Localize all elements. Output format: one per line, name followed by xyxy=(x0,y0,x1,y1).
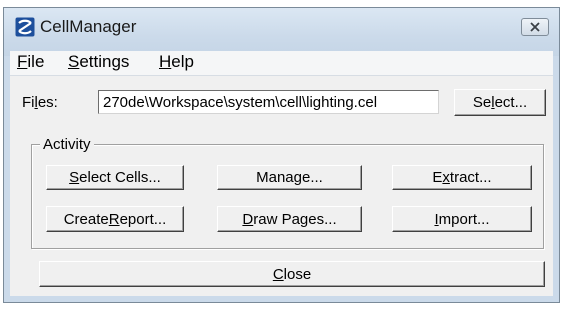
extract-button[interactable]: Ex tract... xyxy=(392,165,532,190)
window-frame-bottom xyxy=(4,296,559,302)
select-file-button[interactable]: Se l ect... xyxy=(454,89,546,116)
menu-help[interactable]: Help xyxy=(159,52,194,72)
menu-file[interactable]: File xyxy=(17,52,44,72)
draw-pages-button[interactable]: Draw Pages... xyxy=(217,206,362,232)
menu-bar: File Settings Help xyxy=(10,51,553,76)
files-path-field[interactable]: 270de\Workspace\system\cell\lighting.cel xyxy=(98,90,439,114)
close-icon xyxy=(530,22,540,32)
window-frame-right xyxy=(553,56,559,302)
close-button[interactable]: Close xyxy=(39,261,545,287)
activity-group xyxy=(31,144,544,249)
manage-button[interactable]: Mana g e... xyxy=(217,165,362,190)
menu-settings[interactable]: Settings xyxy=(68,52,129,72)
create-report-button[interactable]: Create Report... xyxy=(46,206,184,232)
cellmanager-window: CellManager File Settings Help Files: 27… xyxy=(3,7,560,303)
window-title: CellManager xyxy=(40,17,137,36)
files-label: Files: xyxy=(22,94,58,111)
dialog-content: Files: 270de\Workspace\system\cell\light… xyxy=(10,76,553,296)
cellmanager-app-icon xyxy=(15,17,35,37)
import-button[interactable]: Import... xyxy=(392,206,532,232)
activity-group-legend: Activity xyxy=(40,136,94,153)
select-cells-button[interactable]: Select Cells... xyxy=(46,165,184,190)
window-close-button[interactable] xyxy=(521,18,549,36)
